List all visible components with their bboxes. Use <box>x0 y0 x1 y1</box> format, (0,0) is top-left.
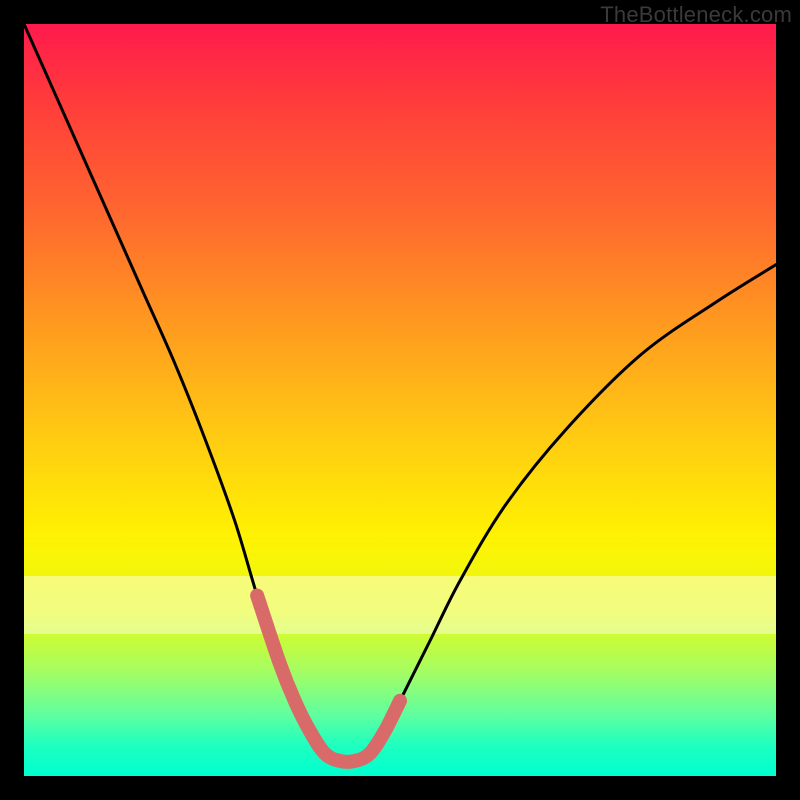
bottleneck-curve <box>24 24 776 762</box>
chart-frame: TheBottleneck.com <box>0 0 800 800</box>
chart-curve-layer <box>24 24 776 776</box>
watermark-text: TheBottleneck.com <box>600 2 792 28</box>
bottleneck-curve-highlight <box>257 596 400 762</box>
